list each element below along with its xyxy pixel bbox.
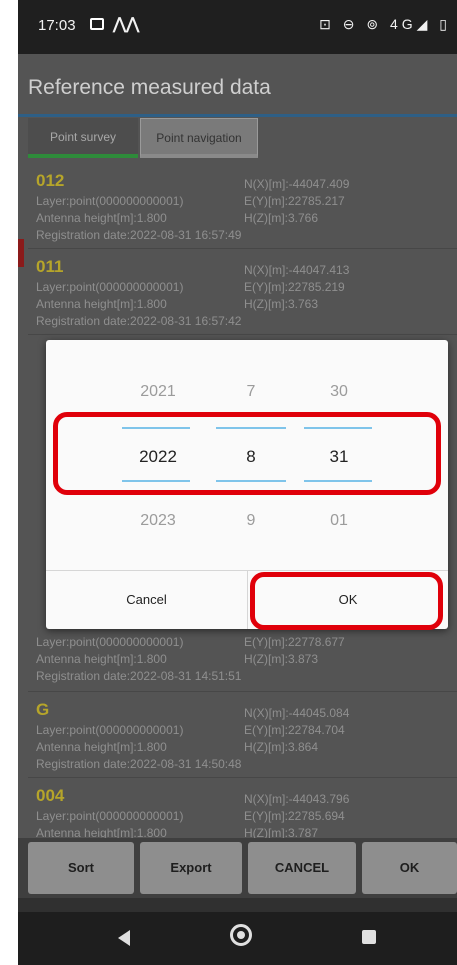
highlight-box-ok: [250, 572, 443, 630]
point-name: 004: [36, 786, 65, 805]
day-next[interactable]: 01: [324, 512, 354, 530]
n-coordinate: N(X)[m]:-44047.409: [244, 177, 350, 191]
date-label: Registration date:2022-08-31 14:51:51: [36, 669, 242, 683]
antenna-label: Antenna height[m]:1.800: [36, 211, 167, 225]
recents-icon[interactable]: [362, 930, 376, 944]
layer-label: Layer:point(000000000001): [36, 723, 184, 737]
cancel-button[interactable]: CANCEL: [248, 842, 356, 894]
e-coordinate: E(Y)[m]:22785.694: [244, 809, 345, 823]
sort-button[interactable]: Sort: [28, 842, 134, 894]
layer-label: Layer:point(000000000001): [36, 809, 184, 823]
record-list-top: 012 Layer:point(000000000001) Antenna he…: [28, 163, 457, 335]
tab-point-survey[interactable]: Point survey: [28, 118, 138, 158]
point-name: G: [36, 700, 50, 719]
status-icons: ⊡ ⊖ ⊚ 4G◢ ▯: [319, 16, 451, 32]
month-prev[interactable]: 7: [236, 383, 266, 401]
n-coordinate: N(X)[m]:-44047.413: [244, 263, 350, 277]
year-prev[interactable]: 2021: [138, 383, 178, 401]
antenna-label: Antenna height[m]:1.800: [36, 740, 167, 754]
record-list-bottom: Layer:point(000000000001) Antenna height…: [28, 629, 457, 840]
export-button[interactable]: Export: [140, 842, 242, 894]
back-icon[interactable]: [118, 930, 130, 946]
antenna-label: Antenna height[m]:1.800: [36, 297, 167, 311]
status-bar: 17:03 ⋀⋀ ⊡ ⊖ ⊚ 4G◢ ▯: [18, 0, 457, 54]
list-item[interactable]: Layer:point(000000000001) Antenna height…: [28, 629, 457, 692]
n-coordinate: N(X)[m]:-44045.084: [244, 706, 350, 720]
year-next[interactable]: 2023: [138, 512, 178, 530]
ok-button[interactable]: OK: [362, 842, 457, 894]
h-coordinate: H(Z)[m]:3.864: [244, 740, 319, 754]
home-icon[interactable]: [230, 924, 252, 946]
status-time: 17:03: [38, 17, 76, 34]
m-app-icon: ⋀⋀: [113, 16, 140, 33]
page-title: Reference measured data: [28, 76, 271, 99]
tab-point-navigation[interactable]: Point navigation: [140, 118, 258, 158]
system-nav-bar: [18, 912, 457, 965]
month-next[interactable]: 9: [236, 512, 266, 530]
layer-label: Layer:point(000000000001): [36, 194, 184, 208]
h-coordinate: H(Z)[m]:3.873: [244, 652, 319, 666]
h-coordinate: H(Z)[m]:3.766: [244, 211, 319, 225]
bottom-toolbar: Sort Export CANCEL OK: [18, 838, 457, 898]
highlight-box-date: [53, 412, 441, 495]
image-icon: [90, 18, 104, 30]
point-name: 012: [36, 171, 65, 190]
n-coordinate: N(X)[m]:-44043.796: [244, 792, 350, 806]
red-indicator: [18, 239, 24, 267]
layer-label: Layer:point(000000000001): [36, 635, 184, 649]
list-item[interactable]: G Layer:point(000000000001) Antenna heig…: [28, 692, 457, 778]
date-label: Registration date:2022-08-31 16:57:49: [36, 228, 242, 242]
day-prev[interactable]: 30: [324, 383, 354, 401]
e-coordinate: E(Y)[m]:22784.704: [244, 723, 345, 737]
bottom-strip: [18, 898, 457, 912]
title-divider: [18, 114, 457, 117]
layer-label: Layer:point(000000000001): [36, 280, 184, 294]
antenna-label: Antenna height[m]:1.800: [36, 652, 167, 666]
list-item[interactable]: 011 Layer:point(000000000001) Antenna he…: [28, 249, 457, 335]
e-coordinate: E(Y)[m]:22785.219: [244, 280, 345, 294]
date-label: Registration date:2022-08-31 14:50:48: [36, 757, 242, 771]
point-name: 011: [36, 257, 64, 276]
date-label: Registration date:2022-08-31 16:57:42: [36, 314, 242, 328]
e-coordinate: E(Y)[m]:22785.217: [244, 194, 345, 208]
dialog-cancel-button[interactable]: Cancel: [46, 571, 247, 629]
list-item[interactable]: 004 Layer:point(000000000001) Antenna he…: [28, 778, 457, 840]
h-coordinate: H(Z)[m]:3.763: [244, 297, 319, 311]
e-coordinate: E(Y)[m]:22778.677: [244, 635, 345, 649]
list-item[interactable]: 012 Layer:point(000000000001) Antenna he…: [28, 163, 457, 249]
